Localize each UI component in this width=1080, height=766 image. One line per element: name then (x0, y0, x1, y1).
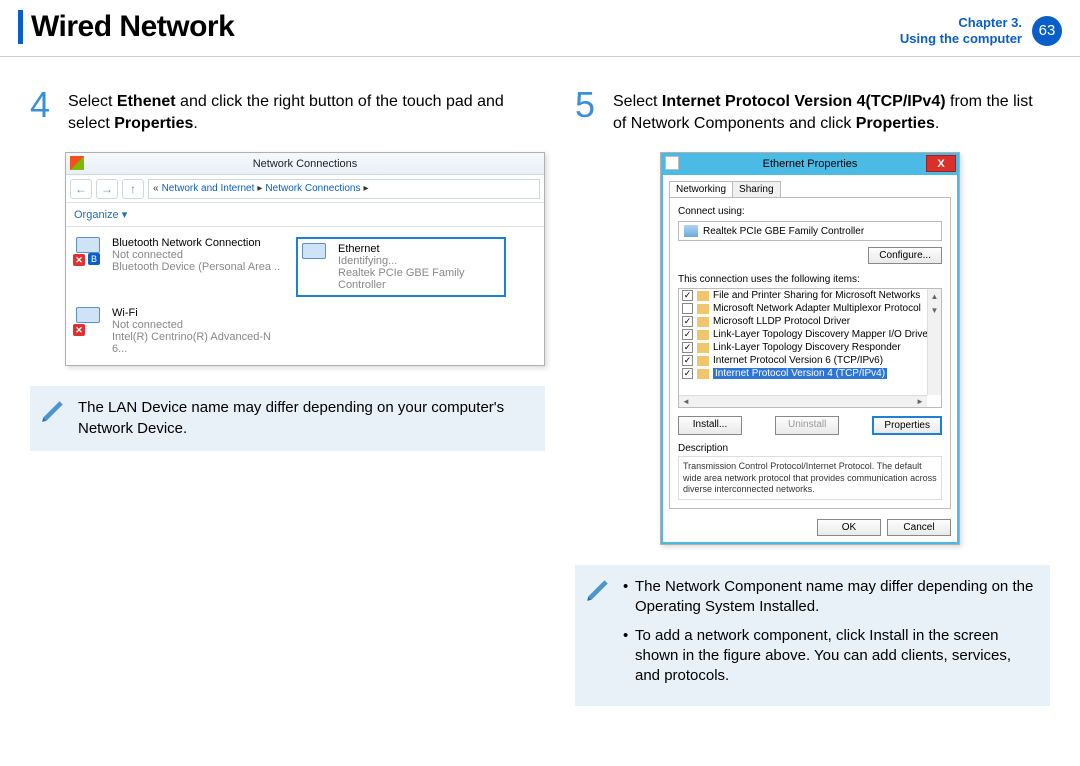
note-bullet-1: The Network Component name may differ de… (623, 577, 1038, 618)
list-item[interactable]: ✓ Link-Layer Topology Discovery Mapper I/… (679, 328, 941, 341)
components-listbox[interactable]: ✓ File and Printer Sharing for Microsoft … (678, 288, 942, 408)
note-icon (40, 398, 68, 430)
page-number-badge: 63 (1032, 16, 1062, 46)
chapter-label: Chapter 3. Using the computer (900, 15, 1022, 46)
component-icon (697, 330, 709, 340)
component-icon (697, 343, 709, 353)
note-right: The Network Component name may differ de… (575, 565, 1050, 706)
step-4-text: Select Ethenet and click the right butto… (68, 87, 545, 134)
component-label: Microsoft LLDP Protocol Driver (713, 316, 850, 327)
cancel-button[interactable]: Cancel (887, 519, 951, 536)
step-number: 4 (30, 87, 58, 123)
note-left: The LAN Device name may differ depending… (30, 386, 545, 451)
checkbox[interactable]: ✓ (682, 342, 693, 353)
note-icon (585, 577, 613, 609)
tab-sharing[interactable]: Sharing (732, 181, 780, 197)
description-label: Description (678, 443, 942, 454)
component-icon (697, 291, 709, 301)
description-text: Transmission Control Protocol/Internet P… (678, 456, 942, 500)
component-label: Microsoft Network Adapter Multiplexor Pr… (713, 303, 921, 314)
nic-icon (684, 225, 698, 237)
organize-menu[interactable]: Organize ▾ (74, 208, 127, 221)
forward-button[interactable]: → (96, 179, 118, 199)
install-button[interactable]: Install... (678, 416, 742, 435)
component-icon (697, 304, 709, 314)
page-title: Wired Network (31, 10, 234, 44)
component-icon (697, 356, 709, 366)
list-item[interactable]: ✓ File and Printer Sharing for Microsoft … (679, 289, 941, 302)
list-item[interactable]: Microsoft Network Adapter Multiplexor Pr… (679, 302, 941, 315)
window-icon (70, 156, 84, 170)
window-icon (665, 156, 679, 170)
component-label: Internet Protocol Version 6 (TCP/IPv6) (713, 355, 883, 366)
connect-using-label: Connect using: (678, 206, 942, 217)
adapter-field: Realtek PCIe GBE Family Controller (678, 221, 942, 241)
tab-networking[interactable]: Networking (669, 181, 733, 197)
network-connections-screenshot: Network Connections ← → ↑ « Network and … (65, 152, 545, 366)
bluetooth-icon: B (88, 253, 100, 265)
component-label: Link-Layer Topology Discovery Responder (713, 342, 901, 353)
components-list-label: This connection uses the following items… (678, 274, 942, 285)
connection-item-ethernet[interactable]: Ethernet Identifying... Realtek PCIe GBE… (296, 237, 506, 297)
list-item[interactable]: ✓ Microsoft LLDP Protocol Driver (679, 315, 941, 328)
checkbox[interactable]: ✓ (682, 368, 693, 379)
step-4: 4 Select Ethenet and click the right but… (30, 87, 545, 134)
component-icon (697, 317, 709, 327)
step-5: 5 Select Internet Protocol Version 4(TCP… (575, 87, 1050, 134)
window-titlebar: Network Connections (66, 153, 544, 175)
component-icon (697, 369, 709, 379)
component-label: Link-Layer Topology Discovery Mapper I/O… (713, 329, 931, 340)
connection-item-bluetooth[interactable]: ✕B Bluetooth Network Connection Not conn… (76, 237, 286, 297)
note-left-text: The LAN Device name may differ depending… (78, 398, 533, 439)
dialog-titlebar: Ethernet Properties X (661, 153, 959, 175)
checkbox[interactable]: ✓ (682, 316, 693, 327)
close-button[interactable]: X (926, 155, 956, 172)
ethernet-properties-screenshot: Ethernet Properties X Networking Sharing… (660, 152, 960, 545)
title-accent-bar (18, 10, 23, 44)
component-label: Internet Protocol Version 4 (TCP/IPv4) (713, 368, 887, 379)
step-number: 5 (575, 87, 603, 123)
ok-button[interactable]: OK (817, 519, 881, 536)
note-bullet-2: To add a network component, click Instal… (623, 626, 1038, 687)
checkbox[interactable]: ✓ (682, 355, 693, 366)
checkbox[interactable]: ✓ (682, 329, 693, 340)
list-item[interactable]: ✓ Internet Protocol Version 6 (TCP/IPv6) (679, 354, 941, 367)
disabled-icon: ✕ (73, 254, 85, 266)
uninstall-button[interactable]: Uninstall (775, 416, 839, 435)
properties-button[interactable]: Properties (872, 416, 942, 435)
list-item[interactable]: ✓ Link-Layer Topology Discovery Responder (679, 341, 941, 354)
up-button[interactable]: ↑ (122, 179, 144, 199)
scrollbar-horizontal[interactable]: ◄► (679, 395, 927, 407)
step-5-text: Select Internet Protocol Version 4(TCP/I… (613, 87, 1050, 134)
address-bar[interactable]: « Network and Internet ▸ Network Connect… (148, 179, 540, 199)
note-right-list: The Network Component name may differ de… (623, 577, 1038, 694)
configure-button[interactable]: Configure... (868, 247, 942, 264)
scrollbar-vertical[interactable]: ▲▼ (927, 289, 941, 395)
checkbox[interactable]: ✓ (682, 290, 693, 301)
back-button[interactable]: ← (70, 179, 92, 199)
component-label: File and Printer Sharing for Microsoft N… (713, 290, 920, 301)
connection-item-wifi[interactable]: ✕ Wi-Fi Not connected Intel(R) Centrino(… (76, 307, 286, 355)
list-item[interactable]: ✓ Internet Protocol Version 4 (TCP/IPv4) (679, 367, 941, 380)
checkbox[interactable] (682, 303, 693, 314)
disabled-icon: ✕ (73, 324, 85, 336)
